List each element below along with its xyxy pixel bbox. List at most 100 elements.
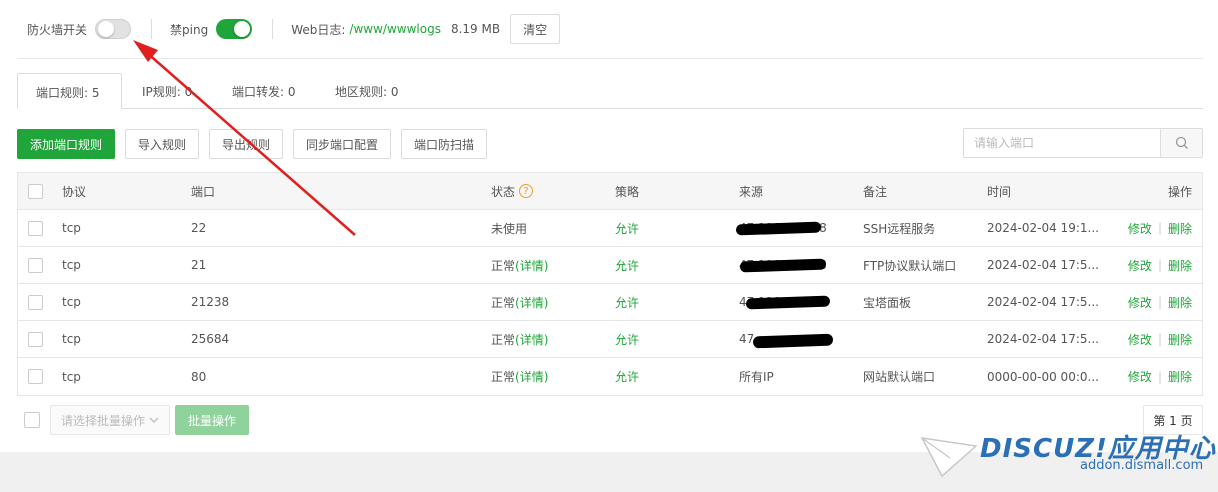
weblog-size: 8.19 MB [450,22,501,36]
row-status: 正常 (详情) [491,284,548,320]
op-divider: | [1157,332,1162,346]
divider [151,19,153,39]
row-checkbox[interactable] [28,294,43,310]
row-checkbox[interactable] [28,220,43,236]
row-port: 25684 [191,332,230,346]
row-checkbox[interactable] [28,369,43,384]
weblog-path-link[interactable]: /www/wwwlogs [349,22,441,36]
op-divider: | [1157,369,1162,384]
row-ops: 修改 | 删除 [1128,321,1192,357]
rule-tabs: 端口规则: 5 IP规则: 0 端口转发: 0 地区规则: 0 [17,73,1203,109]
row-remark: FTP协议默认端口 [863,258,957,273]
edit-link[interactable]: 修改 [1128,294,1152,311]
row-status: 正常 (详情) [491,247,548,283]
row-port: 21 [191,258,207,272]
header-time: 时间 [987,184,1012,199]
tab-port-rules[interactable]: 端口规则: 5 [17,73,122,109]
select-all-checkbox[interactable] [28,183,43,199]
row-ops: 修改 | 删除 [1128,210,1192,246]
port-rules-table: 协议 端口 状态 ? 策略 来源 备注 时间 操作 tcp 22 未使用 允许 … [17,172,1203,396]
delete-link[interactable]: 删除 [1168,368,1192,385]
row-remark: 网站默认端口 [863,370,936,384]
row-protocol: tcp [62,258,81,272]
header-source: 来源 [739,184,764,199]
status-detail-link[interactable]: (详情) [515,257,548,274]
row-port: 21238 [191,295,230,309]
table-header-row: 协议 端口 状态 ? 策略 来源 备注 时间 操作 [18,173,1202,210]
edit-link[interactable]: 修改 [1128,257,1152,274]
status-detail-link[interactable]: (详情) [515,368,548,385]
row-time: 2024-02-04 17:5... [987,332,1099,346]
firewall-switch-label: 防火墙开关 [27,22,88,37]
question-circle-icon[interactable]: ? [519,184,534,198]
op-divider: | [1157,221,1162,235]
delete-link[interactable]: 删除 [1168,220,1192,237]
row-policy: 允许 [615,221,640,236]
delete-link[interactable]: 删除 [1168,331,1192,348]
row-protocol: tcp [62,221,81,235]
header-status-label: 状态 [491,184,516,199]
row-protocol: tcp [62,295,81,309]
table-row: tcp 21238 正常(详情) 允许 47.128.38.248 宝塔面板 2… [18,284,1202,321]
edit-link[interactable]: 修改 [1128,368,1152,385]
row-status-text: 正常 [491,295,516,310]
table-row: tcp 80 正常 (详情) 允许 所有IP 网站默认端口 0000-00-00 … [18,358,1202,395]
search-button[interactable] [1160,129,1202,157]
header-protocol: 协议 [62,184,87,199]
port-anti-scan-button[interactable]: 端口防扫描 [401,129,487,159]
ping-switch-label: 禁ping [170,22,209,37]
firewall-switch[interactable] [95,19,132,39]
watermark-url: addon.dismall.com [1080,458,1204,473]
row-status: 正常 (详情) [491,321,548,357]
edit-link[interactable]: 修改 [1128,331,1152,348]
clear-log-button[interactable]: 清空 [510,14,561,44]
header-port: 端口 [191,184,216,199]
op-divider: | [1157,295,1162,309]
row-checkbox[interactable] [28,331,43,347]
row-port: 22 [191,221,207,235]
ping-switch-knob [234,21,251,37]
row-time: 2024-02-04 17:5... [987,295,1099,309]
delete-link[interactable]: 删除 [1168,257,1192,274]
row-protocol: tcp [62,369,81,384]
batch-operation-button[interactable]: 批量操作 [175,405,249,435]
row-protocol: tcp [62,332,81,346]
row-remark: 宝塔面板 [863,295,912,310]
row-policy: 允许 [615,258,640,273]
row-policy: 允许 [615,295,640,310]
batch-operation-select[interactable]: 请选择批量操作 [50,405,170,435]
import-rules-button[interactable]: 导入规则 [125,129,199,159]
edit-link[interactable]: 修改 [1128,220,1152,237]
row-port: 80 [191,369,207,384]
tab-ip-rules[interactable]: IP规则: 0 [124,73,210,108]
op-divider: | [1157,258,1162,272]
row-policy: 允许 [615,370,640,384]
row-status-text: 正常 [491,370,516,384]
sync-port-config-button[interactable]: 同步端口配置 [293,129,391,159]
delete-link[interactable]: 删除 [1168,294,1192,311]
status-detail-link[interactable]: (详情) [515,294,548,311]
header-ops: 操作 [1167,184,1192,199]
status-detail-link[interactable]: (详情) [515,331,548,348]
port-search-input[interactable] [964,129,1160,157]
table-row: tcp 22 未使用 允许 47.128.38.248 SSH远程服务 2024… [18,210,1202,247]
tab-port-forward[interactable]: 端口转发: 0 [214,73,314,108]
paper-plane-icon [920,437,978,478]
port-search [963,128,1203,158]
divider [272,19,274,39]
header-remark: 备注 [863,184,888,199]
tab-region-rules[interactable]: 地区规则: 0 [317,73,417,108]
table-row: tcp 25684 正常 (详情) 允许 47 2024-02-04 17:5..… [18,321,1202,358]
row-status-text: 正常 [491,332,516,347]
row-policy: 允许 [615,332,640,347]
row-status-text: 未使用 [491,221,528,236]
footer-select-all-checkbox[interactable] [24,412,40,428]
row-checkbox[interactable] [28,257,43,273]
firewall-panel: 防火墙开关 禁ping Web日志: /www/wwwlogs 8.19 MB … [0,0,1218,452]
divider [17,58,1203,59]
ping-switch[interactable] [216,19,253,39]
export-rules-button[interactable]: 导出规则 [209,129,283,159]
add-port-rule-button[interactable]: 添加端口规则 [17,129,115,159]
table-row: tcp 21 正常(详情) 允许 47.128.38.248 FTP协议默认端口… [18,247,1202,284]
row-time: 0000-00-00 00:0... [987,369,1099,384]
